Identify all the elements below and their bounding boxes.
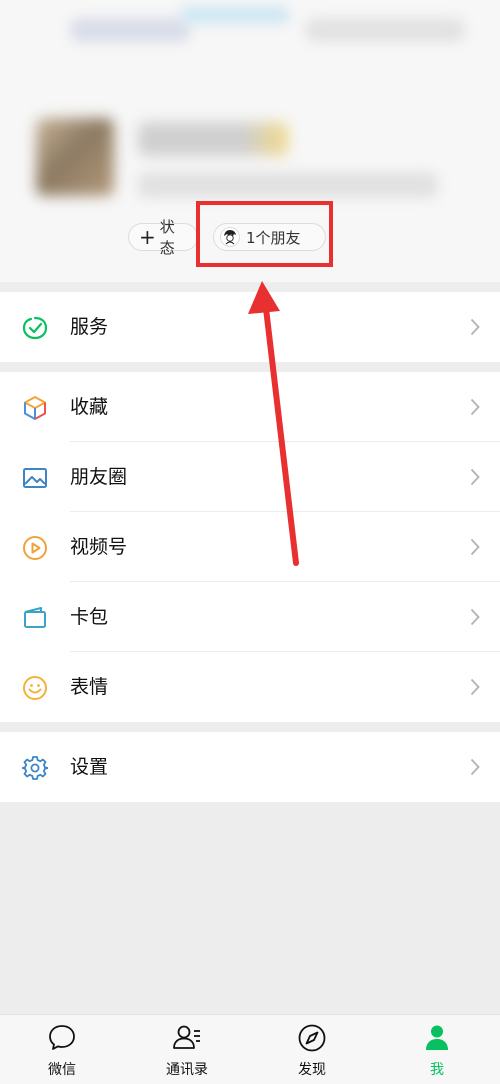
avatar[interactable] <box>36 118 114 196</box>
chat-bubble-icon <box>49 1025 75 1050</box>
status-bar <box>0 0 500 60</box>
bottom-tab-bar: 微信 通讯录 发现 我 <box>0 1014 500 1084</box>
tab-chats[interactable]: 微信 <box>17 1015 107 1084</box>
menu-item-label: 表情 <box>70 676 109 698</box>
menu-group-services: 服务 <box>0 292 500 362</box>
menu-item-favorites[interactable]: 收藏 <box>0 372 500 442</box>
tab-label: 我 <box>430 1062 444 1078</box>
chevron-right-icon <box>470 398 480 416</box>
menu-item-services[interactable]: 服务 <box>0 292 500 362</box>
cube-icon <box>24 396 46 420</box>
menu-item-card-wallet[interactable]: 卡包 <box>0 582 500 652</box>
tab-me[interactable]: 我 <box>392 1015 482 1084</box>
menu-group-main: 收藏 朋友圈 视频号 卡包 表情 <box>0 372 500 722</box>
smile-icon <box>23 676 47 700</box>
annotation-highlight-box <box>196 201 333 267</box>
menu-item-channels[interactable]: 视频号 <box>0 512 500 582</box>
card-icon <box>24 607 46 628</box>
tab-discover[interactable]: 发现 <box>267 1015 357 1084</box>
chevron-right-icon <box>470 678 480 696</box>
blurred-region <box>70 18 190 42</box>
tab-label: 通讯录 <box>166 1062 208 1078</box>
contacts-icon <box>173 1025 200 1049</box>
menu-item-label: 设置 <box>70 756 109 778</box>
profile-name-blurred <box>138 122 288 156</box>
person-icon <box>426 1025 448 1050</box>
menu-item-label: 卡包 <box>70 606 109 628</box>
chevron-right-icon <box>470 538 480 556</box>
menu-item-moments[interactable]: 朋友圈 <box>0 442 500 512</box>
compass-icon <box>298 1024 326 1052</box>
profile-header: + 状态 1个朋友 <box>0 0 500 282</box>
blurred-region <box>305 18 465 42</box>
menu-group-settings: 设置 <box>0 732 500 802</box>
menu-item-label: 收藏 <box>70 396 109 418</box>
plus-icon: + <box>139 225 156 249</box>
gear-icon <box>22 756 48 780</box>
menu-item-stickers[interactable]: 表情 <box>0 652 500 722</box>
menu-item-settings[interactable]: 设置 <box>0 732 500 802</box>
menu-item-label: 视频号 <box>70 536 128 558</box>
blurred-region <box>180 6 290 24</box>
menu-item-label: 服务 <box>70 316 109 338</box>
chevron-right-icon <box>470 758 480 776</box>
tab-label: 发现 <box>298 1062 326 1078</box>
chevron-right-icon <box>470 318 480 336</box>
play-circle-icon <box>23 536 47 560</box>
profile-id-blurred[interactable] <box>138 172 438 198</box>
chevron-right-icon <box>470 608 480 626</box>
service-check-icon <box>22 316 48 340</box>
menu-item-label: 朋友圈 <box>70 466 128 488</box>
image-icon <box>23 468 47 488</box>
status-button-label: 状态 <box>159 218 175 257</box>
tab-label: 微信 <box>48 1062 76 1078</box>
tab-contacts[interactable]: 通讯录 <box>142 1015 232 1084</box>
chevron-right-icon <box>470 468 480 486</box>
status-button[interactable]: + 状态 <box>128 218 198 257</box>
